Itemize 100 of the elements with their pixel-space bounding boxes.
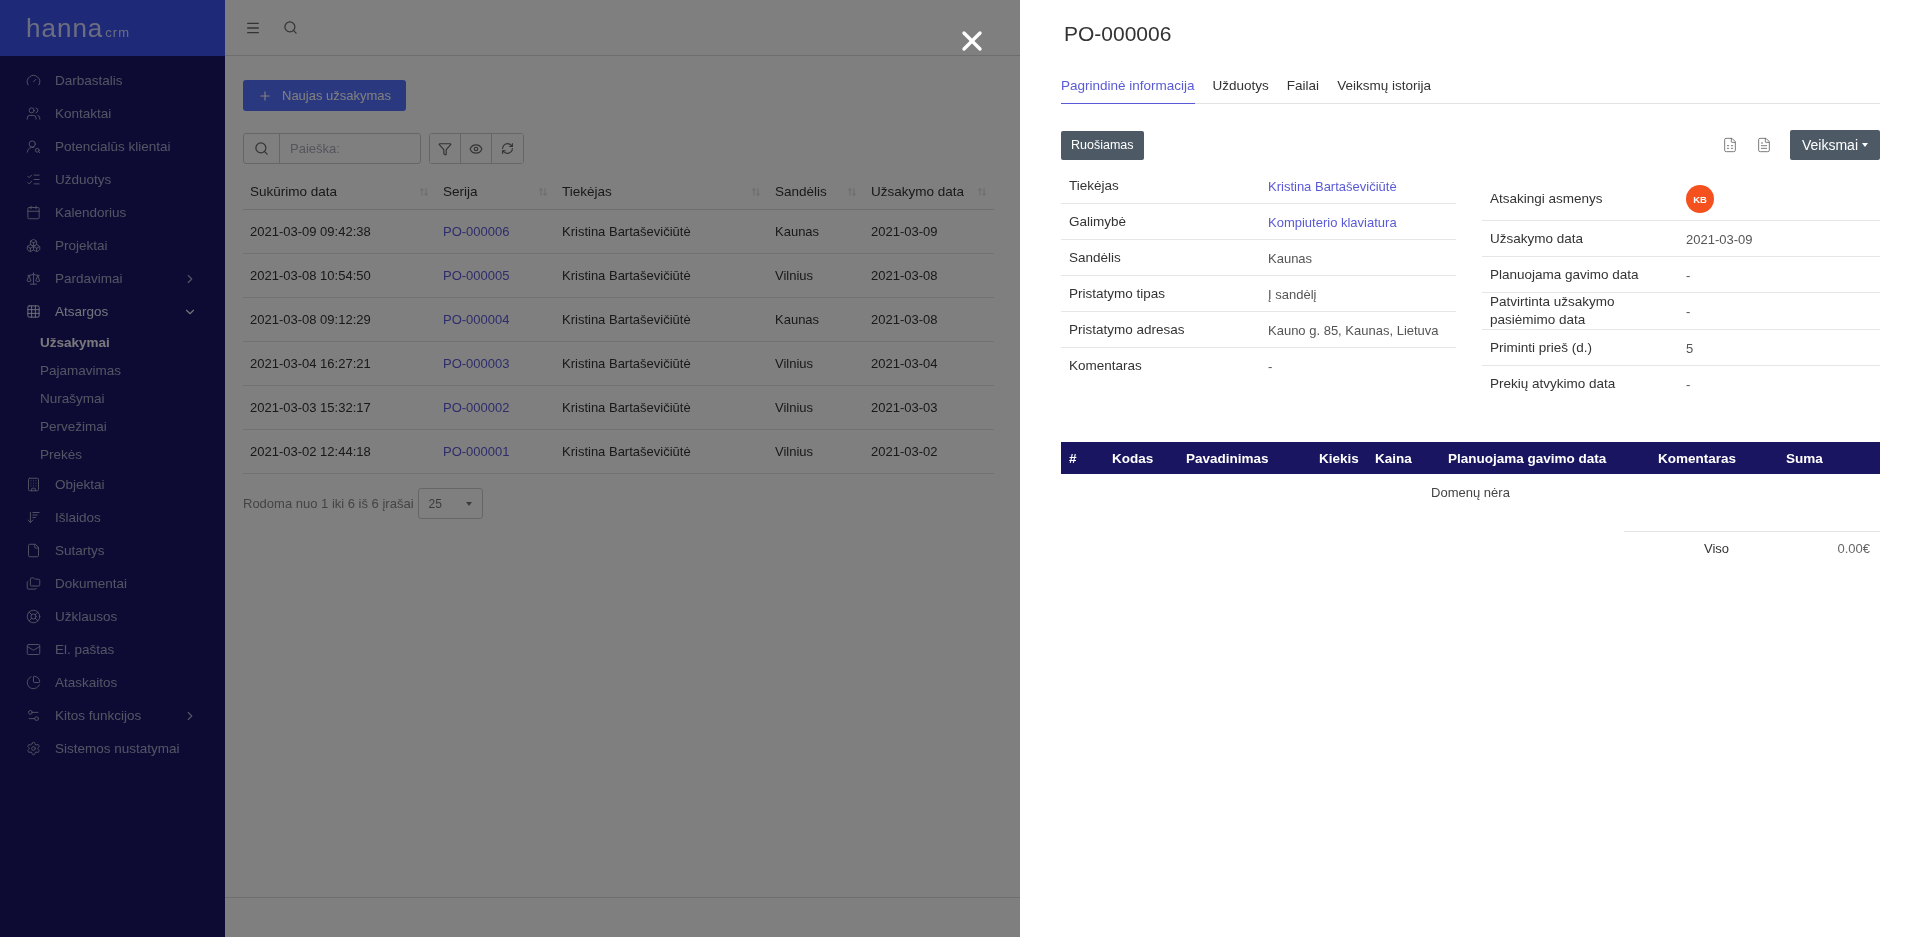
- table-cell: Kaunas: [768, 298, 864, 342]
- table-cell: Vilnius: [768, 342, 864, 386]
- sidebar-item[interactable]: Kalendorius: [0, 196, 225, 229]
- nav-icon: [26, 172, 41, 187]
- table-cell: Vilnius: [768, 254, 864, 298]
- sidebar-item[interactable]: Išlaidos: [0, 501, 225, 534]
- field-value: -: [1686, 304, 1691, 319]
- table-cell: 2021-03-04 16:27:21: [243, 342, 436, 386]
- pdf-file-icon[interactable]: [1755, 137, 1772, 153]
- order-link[interactable]: PO-000003: [436, 342, 555, 386]
- order-link[interactable]: PO-000006: [436, 210, 555, 254]
- nav-icon: [26, 205, 41, 220]
- table-cell: 2021-03-09: [864, 210, 994, 254]
- column-header[interactable]: Sandėlis: [768, 174, 864, 210]
- panel-title: PO-000006: [1063, 22, 1173, 47]
- tab[interactable]: Užduotys: [1212, 78, 1269, 104]
- sidebar-item[interactable]: Sutartys: [0, 534, 225, 567]
- tab[interactable]: Veiksmų istorija: [1337, 78, 1431, 104]
- filter-button[interactable]: [430, 134, 461, 163]
- sidebar-item[interactable]: Kontaktai: [0, 97, 225, 130]
- table-cell: Kristina Bartaševičiūtė: [555, 210, 768, 254]
- sidebar-item[interactable]: Darbastalis: [0, 64, 225, 97]
- field-value: Kaunas: [1268, 250, 1313, 266]
- order-link[interactable]: PO-000001: [436, 430, 555, 474]
- field-value: -: [1686, 267, 1691, 283]
- column-header: Suma: [1786, 450, 1824, 466]
- table-cell: Vilnius: [768, 430, 864, 474]
- order-link[interactable]: PO-000002: [436, 386, 555, 430]
- table-cell: 2021-03-03: [864, 386, 994, 430]
- field-label: Komentaras: [1069, 357, 1143, 375]
- table-cell: Kristina Bartaševičiūtė: [555, 254, 768, 298]
- table-cell: 2021-03-09 09:42:38: [243, 210, 436, 254]
- field-value: -: [1686, 377, 1691, 392]
- eye-icon: [469, 141, 483, 156]
- sidebar-subitem[interactable]: Pervežimai: [0, 412, 225, 440]
- sidebar-item[interactable]: Potencialūs klientai: [0, 130, 225, 163]
- sidebar-item[interactable]: El. paštas: [0, 633, 225, 666]
- search-icon: [254, 141, 269, 156]
- column-header: Kaina: [1375, 450, 1413, 466]
- field-label: Sandėlis: [1069, 248, 1122, 267]
- nav-icon: [26, 708, 41, 723]
- filter-icon: [438, 141, 452, 156]
- nav-icon: [26, 741, 41, 756]
- new-order-button[interactable]: Naujas užsakymas: [243, 80, 407, 111]
- sidebar-item[interactable]: Dokumentai: [0, 567, 225, 600]
- sidebar-item[interactable]: Projektai: [0, 229, 225, 262]
- column-header: Kodas: [1112, 450, 1155, 466]
- nav-icon: [26, 609, 41, 624]
- actions-button[interactable]: Veiksmai: [1789, 130, 1880, 160]
- table-cell: 2021-03-08 10:54:50: [243, 254, 436, 298]
- table-cell: Kristina Bartaševičiūtė: [555, 430, 768, 474]
- sidebar-item[interactable]: Objektai: [0, 468, 225, 501]
- table-cell: Kristina Bartaševičiūtė: [555, 342, 768, 386]
- order-link[interactable]: PO-000005: [436, 254, 555, 298]
- sidebar-item[interactable]: Kitos funkcijos: [0, 699, 225, 732]
- sidebar-subitem[interactable]: Pajamavimas: [0, 356, 225, 384]
- sidebar-subitem[interactable]: Prekės: [0, 440, 225, 468]
- field-value: Į sandėlį: [1268, 286, 1317, 302]
- nav-icon: [26, 73, 41, 88]
- page-size-select[interactable]: 25: [417, 488, 483, 519]
- plus-icon: [258, 88, 272, 103]
- column-header[interactable]: Tiekėjas: [555, 174, 768, 210]
- field-link[interactable]: Kompiuterio klaviatura: [1268, 214, 1397, 230]
- column-header[interactable]: Užsakymo data: [864, 174, 994, 210]
- column-header: Planuojama gavimo data: [1448, 450, 1608, 466]
- table-cell: 2021-03-03 15:32:17: [243, 386, 436, 430]
- status-badge: Ruošiamas: [1061, 130, 1144, 160]
- table-cell: Vilnius: [768, 386, 864, 430]
- nav-icon: [26, 139, 41, 154]
- field-label: Tiekėjas: [1069, 176, 1120, 195]
- field-label: Planuojama gavimo data: [1490, 265, 1640, 284]
- sidebar-subitem[interactable]: Nurašymai: [0, 384, 225, 412]
- column-header[interactable]: Sukūrimo data: [243, 174, 436, 210]
- tab[interactable]: Pagrindinė informacija: [1061, 78, 1195, 104]
- nav-icon: [26, 543, 41, 558]
- sidebar-item[interactable]: Ataskaitos: [0, 666, 225, 699]
- sidebar-item[interactable]: Pardavimai: [0, 262, 225, 295]
- nav-icon: [26, 106, 41, 121]
- table-cell: 2021-03-08: [864, 298, 994, 342]
- field-label: Pristatymo adresas: [1069, 320, 1186, 339]
- field-label: Priminti prieš (d.): [1490, 338, 1593, 357]
- search-icon[interactable]: [283, 20, 298, 35]
- excel-file-icon[interactable]: [1721, 137, 1738, 153]
- order-link[interactable]: PO-000004: [436, 298, 555, 342]
- field-label: Galimybė: [1069, 212, 1128, 231]
- field-link[interactable]: Kristina Bartaševičiūtė: [1268, 178, 1397, 194]
- nav-icon: [26, 642, 41, 657]
- refresh-icon: [501, 142, 514, 155]
- nav-icon: [26, 304, 41, 319]
- table-cell: Kaunas: [768, 210, 864, 254]
- table-cell: 2021-03-08: [864, 254, 994, 298]
- sidebar-item[interactable]: Užduotys: [0, 163, 225, 196]
- field-label: Prekių atvykimo data: [1490, 375, 1617, 393]
- sidebar-item[interactable]: Sistemos nustatymai: [0, 732, 225, 765]
- column-header: Kiekis: [1319, 450, 1360, 466]
- tab[interactable]: Failai: [1286, 78, 1320, 104]
- sidebar-item[interactable]: Užklausos: [0, 600, 225, 633]
- sidebar-subitem[interactable]: Užsakymai: [0, 328, 225, 356]
- column-header[interactable]: Serija: [436, 174, 555, 210]
- sidebar-item[interactable]: Atsargos: [0, 295, 225, 328]
